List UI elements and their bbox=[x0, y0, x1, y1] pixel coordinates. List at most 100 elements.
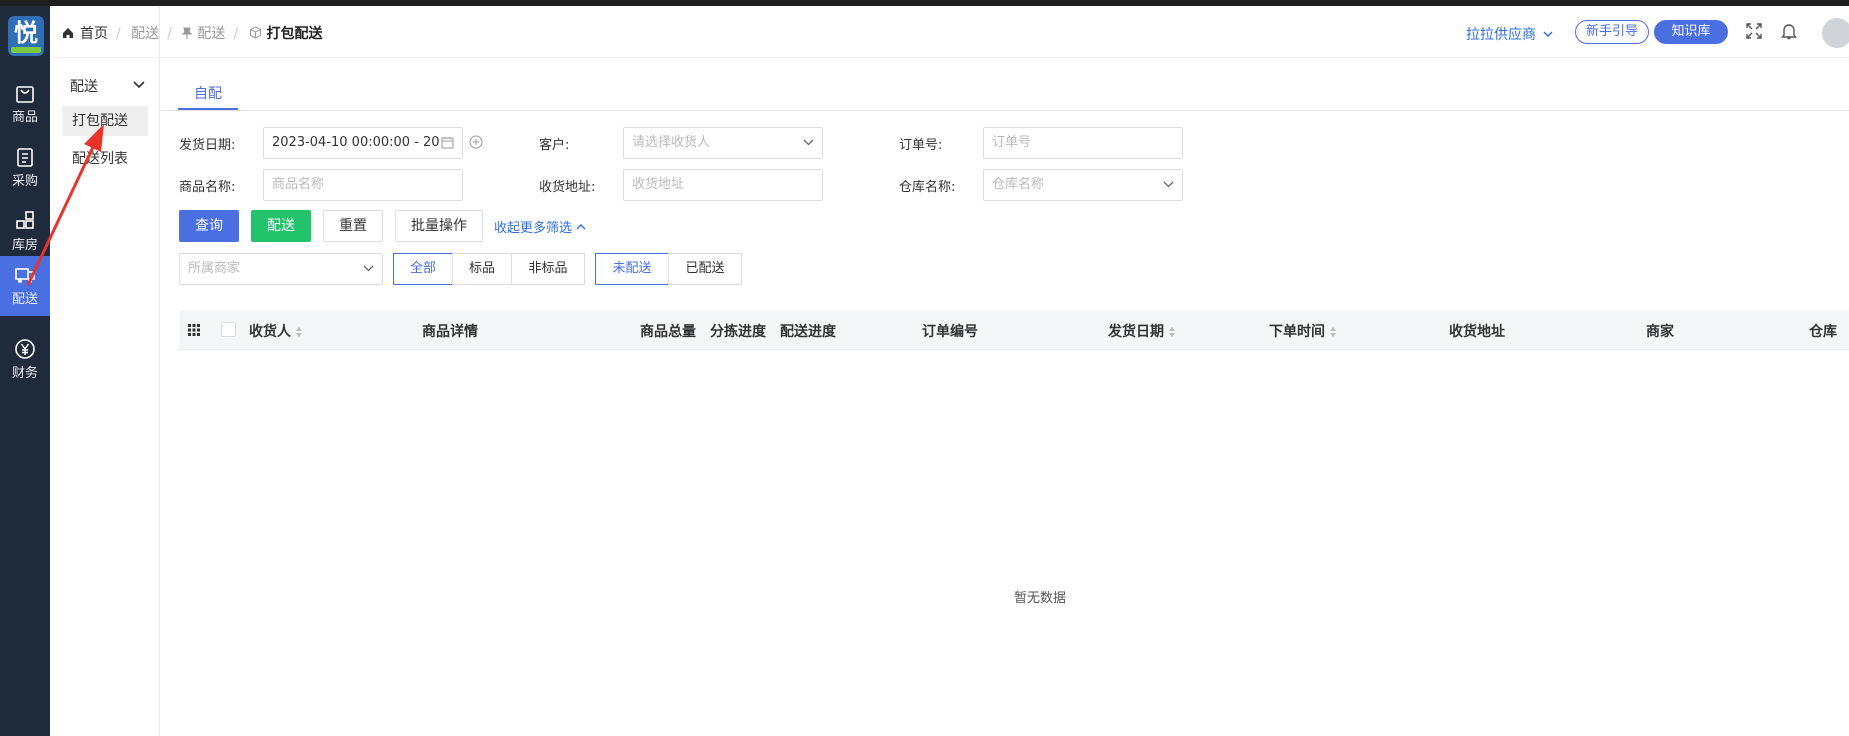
column-header-warehouse: 仓库 bbox=[1809, 324, 1837, 340]
ship-date-range-value: 2023-04-10 00:00:00 - 20 bbox=[272, 135, 440, 150]
rail-item-delivery[interactable]: 配送 bbox=[0, 256, 50, 316]
chevron-down-icon bbox=[1163, 181, 1174, 188]
rail-label-product: 商品 bbox=[11, 110, 38, 125]
rail-label-warehouse: 库房 bbox=[11, 238, 38, 253]
breadcrumb-delivery-2[interactable]: 配送 bbox=[197, 26, 225, 42]
segment-type-all[interactable]: 全部 bbox=[393, 253, 453, 285]
supplier-dropdown[interactable]: 拉拉供应商 bbox=[1466, 24, 1553, 44]
box-icon bbox=[249, 26, 261, 39]
sort-icon bbox=[1169, 327, 1175, 337]
chevron-down-icon bbox=[1543, 31, 1553, 38]
merchant-placeholder: 所属商家 bbox=[188, 261, 241, 276]
rail-item-product[interactable]: 商品 bbox=[0, 74, 50, 134]
rail-item-purchase[interactable]: 采购 bbox=[0, 138, 50, 198]
order-no-placeholder: 订单号 bbox=[992, 135, 1032, 150]
knowledge-base-button[interactable]: 知识库 bbox=[1654, 20, 1728, 44]
merchant-select[interactable]: 所属商家 bbox=[179, 253, 383, 285]
column-header-address: 收货地址 bbox=[1449, 324, 1505, 340]
submenu-item-delivery-list[interactable]: 配送列表 bbox=[62, 144, 148, 174]
column-header-receiver[interactable]: 收货人 bbox=[249, 321, 303, 341]
submenu-group-label: 配送 bbox=[70, 79, 98, 95]
ship-date-label: 发货日期: bbox=[179, 138, 236, 153]
rail-item-finance[interactable]: 财务 bbox=[0, 330, 50, 390]
address-input[interactable]: 收货地址 bbox=[623, 169, 823, 201]
avatar[interactable] bbox=[1822, 18, 1849, 48]
tab-self-delivery[interactable]: 自配 bbox=[178, 80, 238, 110]
pin-icon bbox=[182, 27, 193, 39]
segment-type-nonstandard[interactable]: 非标品 bbox=[511, 253, 585, 285]
segment-type-standard[interactable]: 标品 bbox=[452, 253, 512, 285]
collapse-filters-label: 收起更多筛选 bbox=[494, 221, 573, 236]
sort-icon bbox=[296, 327, 302, 337]
submenu-item-pack-delivery[interactable]: 打包配送 bbox=[62, 106, 148, 136]
sort-icon bbox=[1330, 327, 1336, 337]
ship-date-range-input[interactable]: 2023-04-10 00:00:00 - 20 bbox=[263, 127, 463, 159]
fullscreen-icon[interactable] bbox=[1746, 23, 1762, 39]
segment-status-delivered[interactable]: 已配送 bbox=[668, 253, 742, 285]
chevron-down-icon bbox=[363, 265, 374, 272]
home-icon bbox=[63, 28, 73, 38]
collapse-filters-link[interactable]: 收起更多筛选 bbox=[494, 217, 586, 236]
rail-label-purchase: 采购 bbox=[11, 174, 38, 189]
segment-status-undelivered[interactable]: 未配送 bbox=[595, 253, 669, 285]
query-button[interactable]: 查询 bbox=[179, 210, 239, 242]
column-label-receiver: 收货人 bbox=[249, 324, 291, 340]
order-no-label: 订单号: bbox=[899, 138, 943, 153]
breadcrumb-delivery-1[interactable]: 配送 bbox=[131, 26, 159, 42]
submenu-group-delivery[interactable]: 配送 bbox=[70, 76, 150, 96]
rail-label-delivery: 配送 bbox=[11, 292, 38, 307]
bell-icon[interactable] bbox=[1781, 22, 1797, 40]
rail-item-warehouse[interactable]: 库房 bbox=[0, 202, 50, 262]
plus-circle-icon[interactable] bbox=[469, 135, 483, 149]
chevron-up-icon bbox=[576, 224, 586, 230]
select-all-checkbox[interactable] bbox=[221, 322, 236, 337]
app-logo: 悦 bbox=[8, 16, 44, 56]
column-header-merchant: 商家 bbox=[1646, 324, 1674, 340]
empty-state-text: 暂无数据 bbox=[1014, 591, 1067, 606]
beginner-guide-button[interactable]: 新手引导 bbox=[1575, 20, 1649, 44]
column-header-ship-date[interactable]: 发货日期 bbox=[1108, 321, 1176, 341]
column-header-total-qty: 商品总量 bbox=[640, 324, 696, 340]
column-label-ship-date: 发货日期 bbox=[1108, 324, 1164, 340]
supplier-name: 拉拉供应商 bbox=[1466, 27, 1536, 43]
column-header-sorting-progress: 分拣进度 bbox=[710, 324, 766, 340]
blocks-icon bbox=[16, 211, 34, 229]
breadcrumb-current: 打包配送 bbox=[266, 26, 323, 42]
customer-select[interactable]: 请选择收货人 bbox=[623, 127, 823, 159]
batch-operation-button[interactable]: 批量操作 bbox=[395, 210, 483, 242]
clipboard-icon bbox=[17, 148, 33, 167]
table-header: 收货人 商品详情 商品总量 分拣进度 配送进度 订单编号 发货日期 下单时间 收… bbox=[179, 310, 1849, 350]
deliver-button[interactable]: 配送 bbox=[251, 210, 311, 242]
chevron-down-icon bbox=[133, 81, 145, 89]
truck-icon bbox=[15, 268, 35, 283]
customer-label: 客户: bbox=[539, 138, 570, 153]
breadcrumb-home[interactable]: 首页 bbox=[80, 26, 108, 42]
logo-badge bbox=[11, 47, 41, 53]
column-header-order-time[interactable]: 下单时间 bbox=[1269, 321, 1337, 341]
reset-button[interactable]: 重置 bbox=[323, 210, 383, 242]
warehouse-label: 仓库名称: bbox=[899, 180, 956, 195]
column-header-delivery-progress: 配送进度 bbox=[780, 324, 836, 340]
address-label: 收货地址: bbox=[539, 180, 596, 195]
rail-label-finance: 财务 bbox=[11, 366, 38, 381]
warehouse-select[interactable]: 仓库名称 bbox=[983, 169, 1183, 201]
chevron-down-icon bbox=[803, 139, 814, 146]
sub-menu: 配送 打包配送 配送列表 bbox=[50, 6, 160, 736]
product-name-input[interactable]: 商品名称 bbox=[263, 169, 463, 201]
top-header: 首页 / 配送 / 配送 / 打包配送 拉拉供应商 新手引导 知识库 bbox=[50, 6, 1849, 58]
column-header-product-detail: 商品详情 bbox=[422, 324, 478, 340]
yen-icon bbox=[15, 339, 35, 359]
calendar-icon bbox=[441, 137, 454, 149]
logo-text: 悦 bbox=[14, 19, 38, 47]
main-nav-rail: 悦 商品 采购 库房 配送 财务 bbox=[0, 6, 50, 736]
tab-divider bbox=[160, 110, 1849, 111]
product-name-label: 商品名称: bbox=[179, 180, 236, 195]
order-no-input[interactable]: 订单号 bbox=[983, 127, 1183, 159]
address-placeholder: 收货地址 bbox=[632, 177, 685, 192]
bag-icon bbox=[16, 86, 34, 103]
customer-placeholder: 请选择收货人 bbox=[632, 135, 711, 150]
breadcrumb: 首页 / 配送 / 配送 / 打包配送 bbox=[62, 23, 329, 43]
column-label-order-time: 下单时间 bbox=[1269, 324, 1325, 340]
grid-menu-icon[interactable] bbox=[188, 324, 200, 336]
product-name-placeholder: 商品名称 bbox=[272, 177, 325, 192]
